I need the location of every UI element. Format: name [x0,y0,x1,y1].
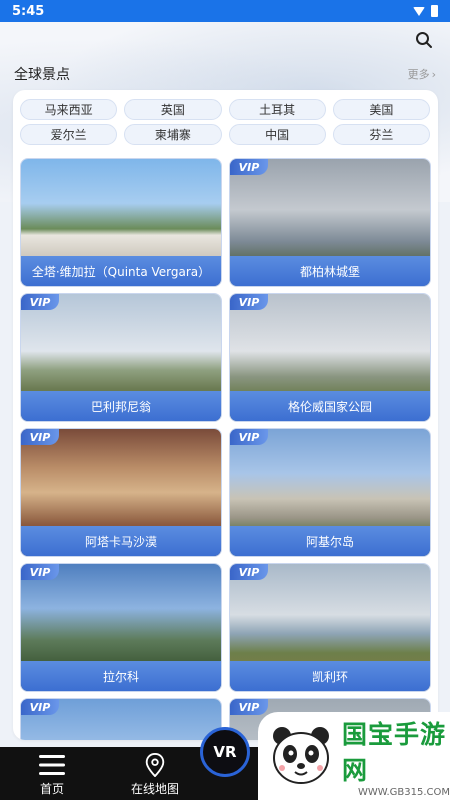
spot-card[interactable]: VIP 阿塔卡马沙漠 [20,428,222,557]
nav-home[interactable]: 首页 [7,753,97,797]
spot-name: 阿基尔岛 [230,526,430,556]
more-label: 更多 [407,68,430,81]
spot-name: 格伦威国家公园 [230,391,430,421]
vip-badge: VIP [21,294,59,310]
country-chip[interactable]: 中国 [228,124,326,145]
vip-badge: VIP [230,564,268,580]
vip-badge: VIP [230,699,268,715]
vip-badge: VIP [21,699,59,715]
country-chip[interactable]: 芬兰 [332,124,430,145]
spot-name: 阿塔卡马沙漠 [21,526,221,556]
nav-map-label: 在线地图 [130,782,179,796]
watermark-title: 国宝手游网 [342,719,447,785]
section-header: 全球景点 更多 › [14,64,436,84]
nav-home-label: 首页 [39,782,64,796]
country-chip[interactable]: 土耳其 [228,99,326,120]
spot-card[interactable]: 全塔·维加拉（Quinta Vergara） [20,158,222,287]
spot-name: 都柏林城堡 [230,256,430,286]
search-button[interactable] [414,30,434,50]
location-pin-icon [145,753,165,777]
section-title: 全球景点 [14,67,70,83]
status-icons [413,5,438,17]
wifi-icon [413,6,425,16]
vip-badge: VIP [230,159,268,175]
watermark-text: 国宝手游网 WWW.GB315.COM [342,715,450,798]
vip-badge: VIP [230,429,268,445]
chevron-right-icon: › [431,67,436,81]
country-filter: 马来西亚 英国 土耳其 美国 爱尔兰 柬埔寨 中国 芬兰 [20,99,430,145]
spot-grid: 全塔·维加拉（Quinta Vergara） VIP 都柏林城堡 VIP 巴利邦… [20,158,431,740]
spot-card[interactable]: VIP [20,698,222,740]
status-time: 5:45 [12,3,45,19]
more-link[interactable]: 更多 › [408,66,436,82]
spot-card[interactable]: VIP 巴利邦尼翁 [20,293,222,422]
spot-name: 全塔·维加拉（Quinta Vergara） [21,256,221,286]
search-icon [416,32,432,48]
vip-badge: VIP [230,294,268,310]
menu-icon [39,755,65,775]
panda-logo [268,724,334,788]
spot-name: 巴利邦尼翁 [21,391,221,421]
spot-card[interactable]: VIP 格伦威国家公园 [229,293,431,422]
attractions-panel: 马来西亚 英国 土耳其 美国 爱尔兰 柬埔寨 中国 芬兰 全塔·维加拉（Quin… [13,90,438,740]
spot-card[interactable]: VIP 阿基尔岛 [229,428,431,557]
watermark: 国宝手游网 WWW.GB315.COM [258,712,450,800]
spot-name: 凯利环 [230,661,430,691]
spot-card[interactable]: VIP 凯利环 [229,563,431,692]
watermark-url: WWW.GB315.COM [357,786,450,798]
country-chip[interactable]: 柬埔寨 [124,124,222,145]
spot-name: 拉尔科 [21,661,221,691]
status-bar: 5:45 [0,0,450,22]
spot-card[interactable]: VIP 都柏林城堡 [229,158,431,287]
vip-badge: VIP [21,564,59,580]
nav-online-map[interactable]: 在线地图 [110,753,200,797]
battery-icon [431,5,438,17]
country-chip[interactable]: 马来西亚 [20,99,118,120]
country-chip[interactable]: 英国 [124,99,222,120]
spot-card[interactable]: VIP 拉尔科 [20,563,222,692]
country-chip[interactable]: 美国 [332,99,430,120]
country-chip[interactable]: 爱尔兰 [20,124,118,145]
vip-badge: VIP [21,429,59,445]
vr-button[interactable]: VR [200,727,250,777]
